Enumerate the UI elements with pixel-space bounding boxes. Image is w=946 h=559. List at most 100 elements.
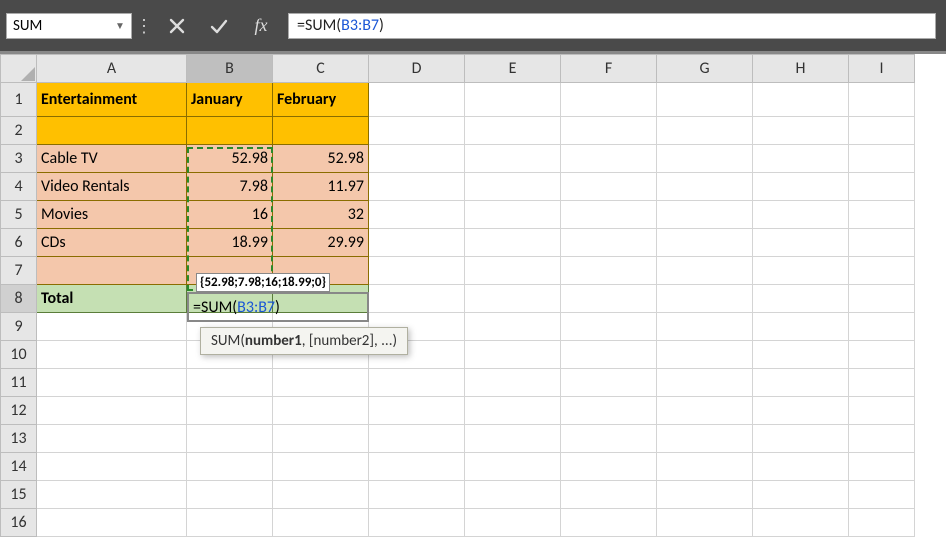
row-header-11[interactable]: 11	[1, 369, 37, 397]
cell-C1[interactable]: February	[273, 83, 369, 117]
cell[interactable]	[465, 397, 561, 425]
cell[interactable]	[753, 369, 849, 397]
cell[interactable]	[369, 83, 465, 117]
cell[interactable]	[37, 453, 187, 481]
row-header-4[interactable]: 4	[1, 173, 37, 201]
cell[interactable]	[657, 453, 753, 481]
cell[interactable]	[187, 341, 273, 369]
cell[interactable]	[465, 369, 561, 397]
cell[interactable]	[753, 425, 849, 453]
cell[interactable]	[561, 285, 657, 313]
cell-B8[interactable]	[187, 285, 273, 313]
cell[interactable]	[369, 341, 465, 369]
row-header-10[interactable]: 10	[1, 341, 37, 369]
cell[interactable]	[657, 173, 753, 201]
cell[interactable]	[849, 145, 915, 173]
cell-A6[interactable]: CDs	[37, 229, 187, 257]
row-header-2[interactable]: 2	[1, 117, 37, 145]
cell[interactable]	[561, 117, 657, 145]
cell[interactable]	[369, 481, 465, 509]
cell[interactable]	[753, 257, 849, 285]
cell[interactable]	[273, 369, 369, 397]
cell-C6[interactable]: 29.99	[273, 229, 369, 257]
cell[interactable]	[849, 425, 915, 453]
cell[interactable]	[465, 509, 561, 537]
cell[interactable]	[273, 397, 369, 425]
cell[interactable]	[753, 481, 849, 509]
cell[interactable]	[187, 509, 273, 537]
col-header-H[interactable]: H	[753, 55, 849, 83]
col-header-I[interactable]: I	[849, 55, 915, 83]
cell[interactable]	[561, 173, 657, 201]
cell[interactable]	[465, 257, 561, 285]
row-header-15[interactable]: 15	[1, 481, 37, 509]
cell[interactable]	[369, 285, 465, 313]
cell[interactable]	[465, 481, 561, 509]
cell-A8[interactable]: Total	[37, 285, 187, 313]
cell-B5[interactable]: 16	[187, 201, 273, 229]
cell-B2[interactable]	[187, 117, 273, 145]
cell[interactable]	[561, 453, 657, 481]
cell[interactable]	[369, 145, 465, 173]
cell[interactable]	[561, 313, 657, 341]
cell-A7[interactable]	[37, 257, 187, 285]
cell-B4[interactable]: 7.98	[187, 173, 273, 201]
cell[interactable]	[465, 341, 561, 369]
cell[interactable]	[849, 173, 915, 201]
cell[interactable]	[187, 313, 273, 341]
cell[interactable]	[657, 341, 753, 369]
cell[interactable]	[273, 341, 369, 369]
cell[interactable]	[37, 341, 187, 369]
cell[interactable]	[561, 397, 657, 425]
cell[interactable]	[849, 117, 915, 145]
cell-A5[interactable]: Movies	[37, 201, 187, 229]
cell[interactable]	[753, 313, 849, 341]
cell[interactable]	[849, 397, 915, 425]
cell[interactable]	[465, 425, 561, 453]
cell[interactable]	[465, 285, 561, 313]
cell[interactable]	[465, 83, 561, 117]
col-header-G[interactable]: G	[657, 55, 753, 83]
cell[interactable]	[369, 369, 465, 397]
cell[interactable]	[561, 341, 657, 369]
cell[interactable]	[849, 509, 915, 537]
name-box[interactable]: SUM ▼	[6, 13, 132, 39]
cell[interactable]	[657, 397, 753, 425]
cell[interactable]	[753, 83, 849, 117]
cell[interactable]	[657, 117, 753, 145]
cell[interactable]	[369, 117, 465, 145]
row-header-16[interactable]: 16	[1, 509, 37, 537]
cell[interactable]	[849, 201, 915, 229]
cell-A3[interactable]: Cable TV	[37, 145, 187, 173]
cell[interactable]	[369, 229, 465, 257]
cell[interactable]	[369, 425, 465, 453]
insert-function-button[interactable]: fx	[240, 11, 282, 41]
row-header-13[interactable]: 13	[1, 425, 37, 453]
cell[interactable]	[849, 453, 915, 481]
cell[interactable]	[561, 257, 657, 285]
row-header-8[interactable]: 8	[1, 285, 37, 313]
cell[interactable]	[369, 509, 465, 537]
cell[interactable]	[657, 425, 753, 453]
cell[interactable]	[561, 229, 657, 257]
cell-B3[interactable]: 52.98	[187, 145, 273, 173]
row-header-9[interactable]: 9	[1, 313, 37, 341]
row-header-3[interactable]: 3	[1, 145, 37, 173]
cell[interactable]	[273, 425, 369, 453]
cell[interactable]	[849, 341, 915, 369]
cell[interactable]	[187, 397, 273, 425]
cell[interactable]	[37, 509, 187, 537]
cell[interactable]	[753, 341, 849, 369]
row-header-6[interactable]: 6	[1, 229, 37, 257]
cell[interactable]	[465, 201, 561, 229]
chevron-down-icon[interactable]: ▼	[113, 18, 127, 34]
cell[interactable]	[657, 313, 753, 341]
cell[interactable]	[465, 145, 561, 173]
cell[interactable]	[561, 509, 657, 537]
cell-A1[interactable]: Entertainment	[37, 83, 187, 117]
cell[interactable]	[561, 201, 657, 229]
cell[interactable]	[465, 117, 561, 145]
cell[interactable]	[753, 117, 849, 145]
cell[interactable]	[849, 313, 915, 341]
cell[interactable]	[273, 481, 369, 509]
